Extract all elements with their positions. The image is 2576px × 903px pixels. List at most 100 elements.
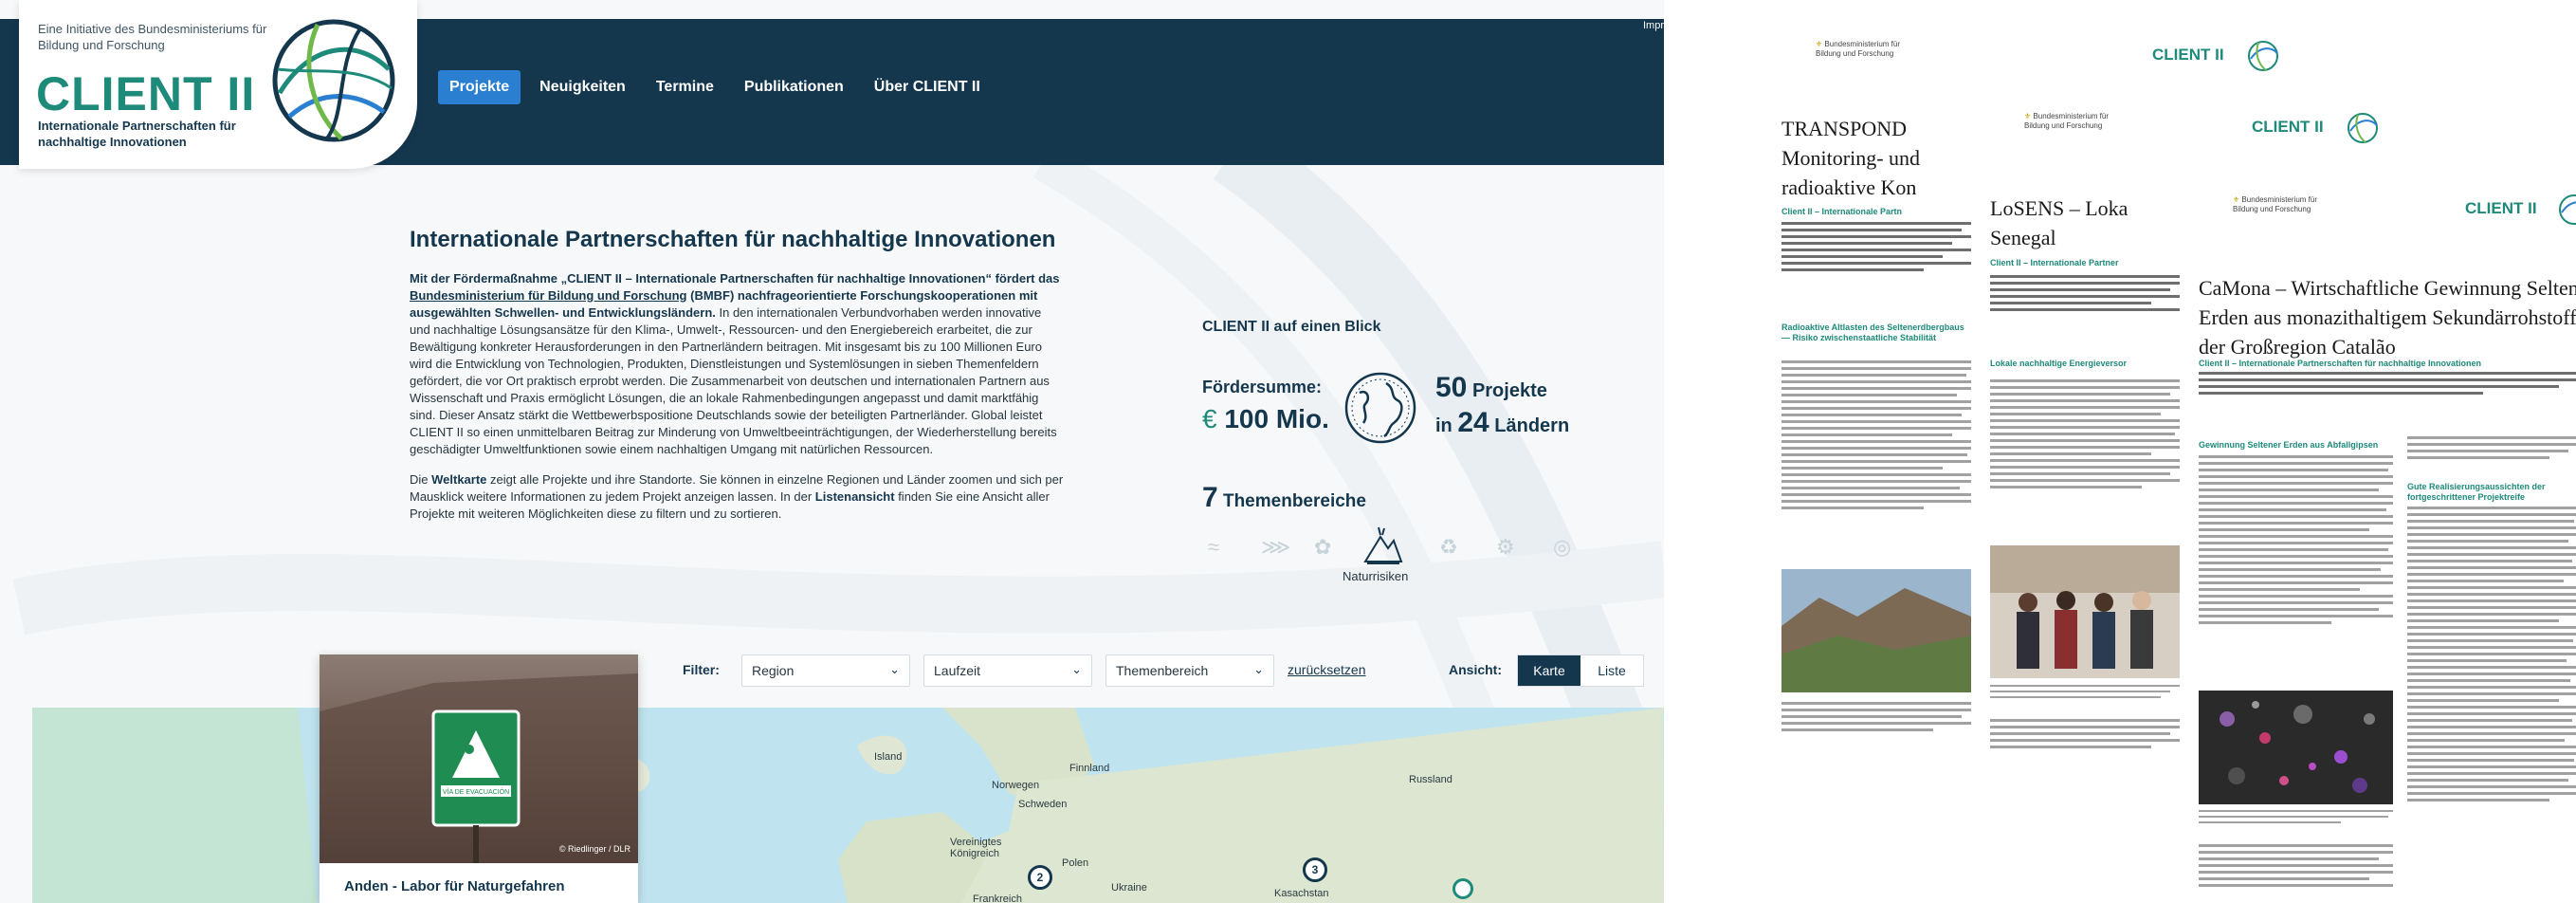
map-label-ukraine: Ukraine bbox=[1111, 882, 1147, 894]
map-info-paragraph: Die Weltkarte zeigt alle Projekte und ih… bbox=[410, 471, 1064, 523]
body-lines bbox=[1781, 702, 1971, 735]
map-label-norwegen: Norwegen bbox=[992, 780, 1040, 791]
map-label-polen: Polen bbox=[1062, 857, 1089, 869]
eagle-icon: ⚜ bbox=[2024, 112, 2032, 120]
plant-icon[interactable]: ✿ bbox=[1314, 535, 1331, 560]
publication-camona[interactable]: ⚜ Bundesministerium für Bildung und Fors… bbox=[2195, 180, 2576, 903]
nav-item-projekte[interactable]: Projekte bbox=[438, 70, 521, 104]
eagle-icon: ⚜ bbox=[1816, 40, 1823, 48]
theme-icon-row: ≈ ⋙ ✿ ♻ ⚙ ◎ bbox=[1202, 525, 1600, 573]
bmbf-logo: ⚜ Bundesministerium für Bildung und Fors… bbox=[2233, 195, 2317, 213]
intro-body-text: In den internationalen Verbundvorhaben w… bbox=[410, 305, 1057, 456]
landscape-photo bbox=[1781, 569, 1971, 692]
map-view-button[interactable]: Karte bbox=[1518, 655, 1580, 686]
fish-icon[interactable]: ⋙ bbox=[1261, 535, 1290, 560]
publication-collage: ⚜ Bundesministerium für Bildung und Fors… bbox=[1664, 0, 2576, 903]
client-mini-logo: CLIENT II bbox=[2152, 46, 2224, 64]
themes-number: 7 bbox=[1202, 482, 1218, 513]
chevron-down-icon: ⌄ bbox=[1071, 662, 1082, 676]
body-lines bbox=[2199, 844, 2393, 891]
programme-line: Client II – Internationale Partnerschaft… bbox=[2199, 359, 2482, 368]
logo-subtitle: Internationale Partnerschaften für nachh… bbox=[38, 119, 236, 149]
world-map[interactable]: Island Finnland Norwegen Schweden Russla… bbox=[32, 708, 1664, 903]
nav-item-ueber-client[interactable]: Über CLIENT II bbox=[863, 70, 992, 104]
map-info-text-a: Die bbox=[410, 472, 432, 487]
map-label-uk: Vereinigtes Königreich bbox=[950, 837, 1002, 859]
section-heading: Gewinnung Seltener Erden aus Abfallgipse… bbox=[2199, 440, 2379, 450]
map-label-schweden: Schweden bbox=[1018, 799, 1068, 810]
countries-label: Ländern bbox=[1494, 415, 1570, 436]
nav-item-termine[interactable]: Termine bbox=[645, 70, 725, 104]
publication-losens[interactable]: ⚜ Bundesministerium für Bildung und Fors… bbox=[1986, 104, 2185, 797]
filter-label: Filter: bbox=[683, 662, 720, 677]
sign-text: VÍA DE EVACUACIÓN bbox=[443, 787, 509, 796]
publication-title: CaMona – Wirtschaftliche Gewinnung Selte… bbox=[2199, 276, 2576, 359]
bmbf-link[interactable]: Bundesministerium für Bildung und Forsch… bbox=[410, 288, 687, 303]
euro-sign: € bbox=[1202, 404, 1217, 433]
reset-filters-link[interactable]: zurücksetzen bbox=[1288, 662, 1365, 677]
photo-caption bbox=[1990, 685, 2180, 702]
projects-number: 50 bbox=[1435, 372, 1468, 403]
nav-item-publikationen[interactable]: Publikationen bbox=[733, 70, 855, 104]
map-label-kasachstan: Kasachstan bbox=[1274, 888, 1329, 899]
funding-value: € 100 Mio. bbox=[1202, 404, 1329, 434]
abstract-lines bbox=[2199, 372, 2576, 398]
body-lines bbox=[1990, 719, 2180, 752]
themenbereich-select[interactable]: Themenbereich ⌄ bbox=[1105, 654, 1274, 687]
view-toggle: Karte Liste bbox=[1517, 654, 1644, 687]
funding-label: Fördersumme: bbox=[1202, 378, 1323, 396]
abstract-lines bbox=[1781, 222, 1971, 275]
themenbereich-select-value: Themenbereich bbox=[1116, 663, 1209, 678]
list-view-button[interactable]: Liste bbox=[1580, 655, 1643, 686]
programme-line: Client II – Internationale Partn bbox=[1781, 207, 1903, 216]
imprint-link[interactable]: Impr bbox=[1643, 20, 1664, 31]
active-theme-label: Naturrisiken bbox=[1343, 569, 1409, 583]
project-photo: VÍA DE EVACUACIÓN bbox=[320, 654, 638, 863]
funding-amount: 100 Mio. bbox=[1224, 404, 1329, 433]
region-select[interactable]: Region ⌄ bbox=[741, 654, 910, 687]
client-mini-logo: CLIENT II bbox=[2252, 118, 2324, 136]
publication-transpond[interactable]: ⚜ Bundesministerium für Bildung und Fors… bbox=[1778, 38, 1977, 759]
listenansicht-link[interactable]: Listenansicht bbox=[815, 489, 895, 504]
energy-icon[interactable]: ⚙ bbox=[1496, 535, 1515, 560]
mountain-hazard-icon[interactable] bbox=[1361, 525, 1403, 567]
section-heading: Gute Realisierungsaussichten der fortges… bbox=[2407, 482, 2546, 502]
weltkarte-link[interactable]: Weltkarte bbox=[431, 472, 486, 487]
screenshot-canvas: Projekte Neuigkeiten Termine Publikation… bbox=[0, 0, 2576, 903]
laufzeit-select[interactable]: Laufzeit ⌄ bbox=[923, 654, 1092, 687]
body-lines bbox=[2199, 455, 2393, 628]
map-marker-cluster[interactable]: 3 bbox=[1303, 857, 1327, 882]
photo-credit: © Riedlinger / DLR bbox=[558, 844, 630, 854]
globe-logo-icon bbox=[2559, 194, 2576, 225]
chevron-down-icon: ⌄ bbox=[1253, 662, 1264, 676]
view-label: Ansicht: bbox=[1449, 662, 1502, 677]
filter-bar: Filter: Region ⌄ Laufzeit ⌄ Themenbereic… bbox=[683, 654, 1644, 689]
microscope-image bbox=[2199, 691, 2393, 804]
map-label-frankreich: Frankreich bbox=[973, 894, 1022, 903]
recycle-icon[interactable]: ♻ bbox=[1439, 535, 1458, 560]
programme-line: Client II – Internationale Partner bbox=[1990, 258, 2119, 267]
map-label-finnland: Finnland bbox=[1069, 763, 1110, 774]
glance-title: CLIENT II auf einen Blick bbox=[1202, 319, 1381, 335]
water-icon[interactable]: ≈ bbox=[1208, 535, 1219, 560]
globe-logo-icon bbox=[2348, 113, 2378, 143]
client-website: Projekte Neuigkeiten Termine Publikation… bbox=[0, 0, 1664, 903]
globe-logo-icon bbox=[2248, 41, 2278, 71]
map-marker-single[interactable] bbox=[1452, 878, 1473, 899]
intro-section: Internationale Partnerschaften für nachh… bbox=[410, 224, 1064, 536]
section-heading: Radioaktive Altlasten des Seltenerdbergb… bbox=[1781, 322, 1964, 342]
project-card-title[interactable]: Anden - Labor für Naturgefahren bbox=[344, 878, 565, 894]
map-marker-cluster[interactable]: 2 bbox=[1028, 865, 1052, 890]
nav-menu: Projekte Neuigkeiten Termine Publikation… bbox=[438, 70, 992, 104]
client-mini-logo: CLIENT II bbox=[2465, 199, 2537, 217]
land-icon[interactable]: ◎ bbox=[1553, 535, 1571, 560]
project-card[interactable]: VÍA DE EVACUACIÓN © Riedlinger / DLR And… bbox=[320, 654, 638, 903]
logo-card[interactable]: Eine Initiative des Bundesministeriums f… bbox=[19, 0, 417, 169]
section-heading: Lokale nachhaltige Energieversor bbox=[1990, 359, 2128, 368]
logo-initiative-text: Eine Initiative des Bundesministeriums f… bbox=[38, 22, 267, 52]
globe-logo-icon bbox=[272, 19, 395, 142]
at-a-glance-box: CLIENT II auf einen Blick Fördersumme: €… bbox=[1202, 319, 1600, 603]
bmbf-logo: ⚜ Bundesministerium für Bildung und Fors… bbox=[1816, 40, 1900, 58]
image-caption bbox=[2199, 810, 2393, 827]
nav-item-neuigkeiten[interactable]: Neuigkeiten bbox=[528, 70, 637, 104]
